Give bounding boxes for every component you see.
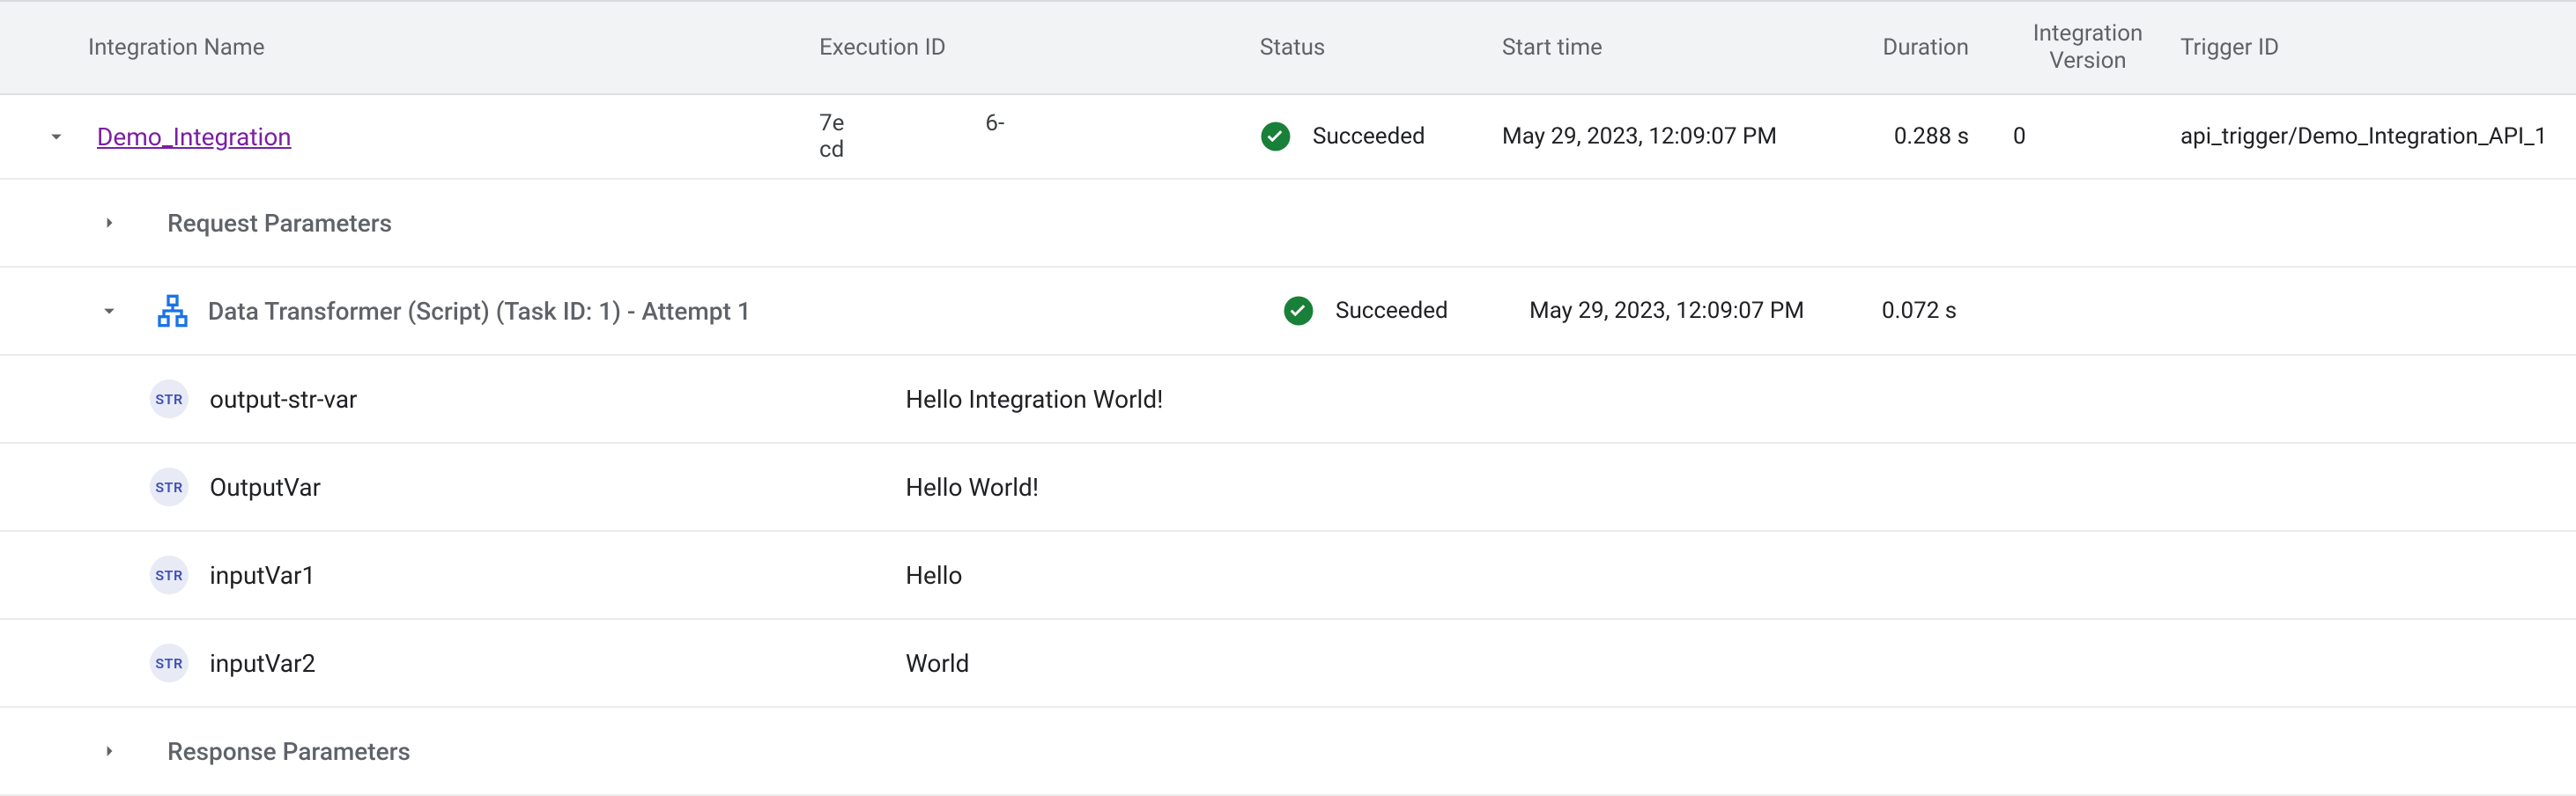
chevron-down-icon — [97, 298, 122, 323]
col-header-execution-id[interactable]: Execution ID — [819, 34, 1260, 61]
col-header-start-time[interactable]: Start time — [1502, 34, 1854, 61]
variable-name: OutputVar — [210, 473, 906, 502]
exec-id-frag-1: 7e — [819, 110, 844, 136]
variable-value: Hello World! — [906, 473, 1039, 502]
task-duration: 0.072 s — [1882, 298, 2005, 324]
expand-toggle-request[interactable] — [97, 210, 150, 235]
expand-toggle-task[interactable] — [97, 298, 150, 323]
integration-execution-log: Integration Name Execution ID Status Sta… — [0, 0, 2576, 796]
task-row[interactable]: Data Transformer (Script) (Task ID: 1) -… — [0, 268, 2576, 356]
table-header: Integration Name Execution ID Status Sta… — [0, 0, 2576, 95]
str-badge: STR — [150, 644, 189, 682]
chevron-down-icon — [44, 124, 69, 149]
success-icon — [1283, 295, 1314, 327]
variable-value: World — [906, 649, 969, 678]
request-parameters-label: Request Parameters — [167, 209, 392, 238]
variable-row: STR output-str-var Hello Integration Wor… — [0, 356, 2576, 444]
expand-toggle[interactable] — [44, 124, 97, 149]
integration-name-link[interactable]: Demo_Integration — [97, 122, 292, 151]
chevron-right-icon — [97, 739, 122, 763]
str-badge: STR — [150, 556, 189, 594]
expand-toggle-response[interactable] — [97, 739, 150, 763]
col-header-status[interactable]: Status — [1260, 34, 1502, 61]
col-header-integration-name[interactable]: Integration Name — [44, 34, 819, 61]
response-parameters-section[interactable]: Response Parameters — [0, 708, 2576, 796]
status-text: Succeeded — [1313, 123, 1425, 150]
exec-id-frag-3: cd — [819, 136, 844, 163]
task-start-time: May 29, 2023, 12:09:07 PM — [1529, 298, 1882, 324]
variable-row: STR OutputVar Hello World! — [0, 444, 2576, 532]
variable-row: STR inputVar1 Hello — [0, 532, 2576, 620]
trigger-id-cell: api_trigger/Demo_Integration_API_1 — [2180, 123, 2576, 150]
col-header-duration[interactable]: Duration — [1854, 34, 1995, 61]
variable-name: inputVar2 — [210, 649, 906, 678]
version-cell: 0 — [1995, 123, 2180, 150]
variable-value: Hello Integration World! — [906, 385, 1163, 414]
variable-row: STR inputVar2 World — [0, 620, 2576, 708]
start-time-cell: May 29, 2023, 12:09:07 PM — [1502, 123, 1854, 150]
col-header-version[interactable]: Integration Version — [1995, 20, 2180, 75]
str-badge: STR — [150, 380, 189, 418]
duration-cell: 0.288 s — [1854, 123, 1995, 150]
integration-row[interactable]: Demo_Integration 7e cd 6- Succeeded May … — [0, 95, 2576, 180]
variable-name: output-str-var — [210, 385, 906, 414]
variable-name: inputVar1 — [210, 561, 906, 590]
workflow-icon — [155, 293, 190, 328]
task-status-cell: Succeeded — [1283, 295, 1529, 327]
task-status-text: Succeeded — [1336, 298, 1448, 324]
execution-id-cell: 7e cd 6- — [819, 110, 1260, 163]
status-cell: Succeeded — [1260, 121, 1502, 152]
success-icon — [1260, 121, 1292, 152]
str-badge: STR — [150, 468, 189, 506]
response-parameters-label: Response Parameters — [167, 737, 411, 766]
exec-id-frag-2: 6- — [985, 110, 1004, 163]
task-label: Data Transformer (Script) (Task ID: 1) -… — [208, 297, 751, 326]
chevron-right-icon — [97, 210, 122, 235]
request-parameters-section[interactable]: Request Parameters — [0, 180, 2576, 268]
variable-value: Hello — [906, 561, 962, 590]
col-header-trigger-id[interactable]: Trigger ID — [2180, 34, 2576, 61]
